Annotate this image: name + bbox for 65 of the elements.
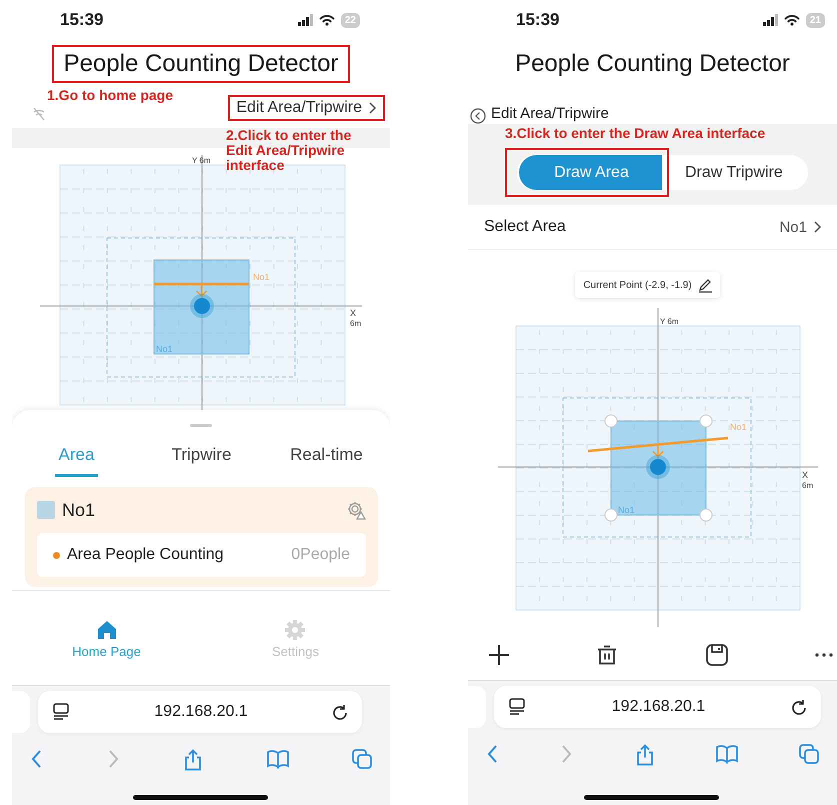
tabs-icon[interactable] — [352, 749, 372, 769]
area-selector[interactable]: No1 — [773, 218, 828, 236]
url-text: 192.168.20.1 — [612, 698, 706, 716]
save-icon[interactable] — [704, 643, 729, 667]
annotation-text: 3.Click to enter the Draw Area interface — [505, 126, 766, 141]
signal-icon — [298, 14, 313, 26]
sensor-dot — [646, 455, 670, 479]
share-icon[interactable] — [183, 749, 203, 771]
axis-label: X — [802, 470, 808, 480]
page-icon[interactable] — [52, 703, 70, 721]
book-icon[interactable] — [266, 749, 288, 769]
share-icon[interactable] — [634, 744, 654, 766]
page-icon[interactable] — [508, 698, 526, 716]
edit-area-link[interactable]: Edit Area/Tripwire — [236, 99, 377, 117]
axis-label: 6m — [802, 481, 814, 490]
url-text: 192.168.20.1 — [154, 703, 248, 721]
area-label: No1 — [156, 344, 173, 354]
app-title: People Counting Detector — [64, 50, 338, 78]
wifi-icon — [784, 14, 800, 26]
stat-label: Area People Counting — [67, 546, 224, 564]
tripwire-label: No1 — [253, 272, 270, 282]
status-dot — [53, 552, 60, 558]
clock-time: 15:39 — [60, 10, 104, 30]
trash-icon[interactable] — [596, 644, 618, 666]
mode-tab[interactable]: Draw Tripwire — [669, 155, 797, 190]
tab[interactable]: Tripwire — [168, 445, 236, 477]
axis-label: 6m — [350, 319, 362, 328]
tabs-icon[interactable] — [799, 744, 819, 764]
wifi-icon — [318, 14, 335, 26]
axis-label: Y 6m — [192, 156, 211, 165]
back-icon[interactable] — [30, 749, 43, 769]
current-point-label: Current Point (-2.9, -1.9) — [583, 280, 692, 290]
sensor-dot — [190, 294, 214, 318]
gear-icon — [284, 619, 306, 641]
app-title: People Counting Detector — [515, 50, 790, 78]
address-bar[interactable]: 192.168.20.1 — [494, 686, 821, 728]
page-title: Edit Area/Tripwire — [491, 105, 609, 124]
reload-icon[interactable] — [332, 704, 348, 720]
gear-icon[interactable] — [346, 500, 366, 520]
stat-value: 0People — [291, 546, 350, 564]
reload-icon[interactable] — [790, 699, 807, 715]
back-icon[interactable] — [470, 108, 486, 124]
axis-label: X — [350, 308, 356, 318]
axis-label: Y 6m — [660, 317, 679, 326]
chevron-right-icon — [368, 102, 377, 114]
drag-handle[interactable] — [190, 424, 212, 427]
annotation-text: 2.Click to enter the Edit Area/Tripwire interface — [226, 128, 352, 173]
tripwire-label: No1 — [730, 422, 747, 432]
area-name: No1 — [62, 500, 96, 520]
back-icon[interactable] — [486, 744, 499, 764]
signal-icon — [762, 14, 778, 26]
add-icon[interactable] — [488, 644, 510, 666]
annotation-text: 1.Go to home page — [47, 88, 174, 103]
chevron-right-icon — [813, 221, 822, 233]
book-icon[interactable] — [716, 744, 738, 764]
address-bar[interactable]: 192.168.20.1 — [38, 691, 362, 733]
wifi-off-icon — [32, 107, 46, 121]
pencil-icon[interactable] — [698, 278, 712, 292]
clock-time: 15:39 — [516, 10, 560, 30]
more-icon[interactable] — [814, 652, 833, 658]
tab[interactable]: Real-time — [286, 445, 367, 477]
select-area-label: Select Area — [484, 218, 566, 236]
home-icon — [96, 619, 118, 641]
area-swatch — [37, 501, 55, 519]
area-label: No1 — [618, 505, 635, 515]
